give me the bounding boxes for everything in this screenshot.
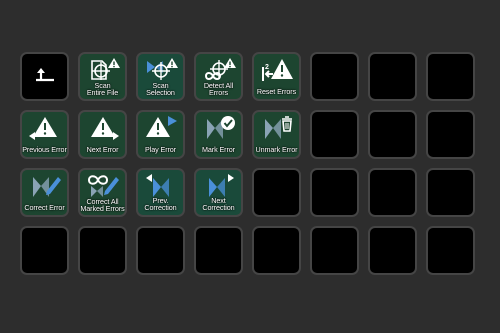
empty-key[interactable] [252,226,301,275]
scan-selection-key[interactable]: Scan Selection [136,52,185,101]
reset-errors-key[interactable]: 2 Reset Errors [252,52,301,101]
key-label: Prev. Correction [144,195,177,213]
mark-error-icon [201,115,237,141]
key-label: Correct Error [24,203,65,213]
empty-key[interactable] [20,226,69,275]
unmark-error-icon [259,115,295,141]
empty-key[interactable] [252,168,301,217]
key-label: Scan Selection [146,80,175,98]
key-label: Reset Errors [256,87,297,97]
previous-error-icon [27,115,63,141]
reset-errors-icon: 2 [259,57,295,83]
key-label: Mark Error [202,145,235,155]
scan-file-icon [85,57,121,83]
detect-all-errors-key[interactable]: Detect All Errors [194,52,243,101]
svg-text:2: 2 [265,64,269,71]
key-label: Unmark Error [255,145,298,155]
empty-key[interactable] [368,52,417,101]
empty-key[interactable] [194,226,243,275]
detect-all-icon [201,57,237,83]
unmark-error-key[interactable]: Unmark Error [252,110,301,159]
empty-key[interactable] [310,168,359,217]
key-label: Next Error [86,145,119,155]
stream-deck-panel: Scan Entire File Scan Selection Detect A… [0,0,500,333]
empty-key[interactable] [426,52,475,101]
correct-all-icon [85,173,121,199]
key-label: Scan Entire File [86,80,119,98]
key-label: Correct All Marked Errors [80,196,125,214]
empty-key[interactable] [310,110,359,159]
empty-key[interactable] [368,168,417,217]
previous-error-key[interactable]: Previous Error [20,110,69,159]
play-error-key[interactable]: Play Error [136,110,185,159]
empty-key[interactable] [310,52,359,101]
empty-key[interactable] [78,226,127,275]
scan-selection-icon [143,57,179,83]
key-label: Detect All Errors [203,80,234,98]
next-error-icon [85,115,121,141]
key-label: Next Correction [202,195,235,213]
mark-error-key[interactable]: Mark Error [194,110,243,159]
empty-key[interactable] [426,168,475,217]
key-grid: Scan Entire File Scan Selection Detect A… [20,52,475,275]
scan-entire-file-key[interactable]: Scan Entire File [78,52,127,101]
empty-key[interactable] [368,110,417,159]
key-label: Play Error [145,145,176,155]
next-correction-key[interactable]: Next Correction [194,168,243,217]
back-arrow-icon [33,66,57,82]
empty-key[interactable] [368,226,417,275]
correct-error-key[interactable]: Correct Error [20,168,69,217]
prev-correction-key[interactable]: Prev. Correction [136,168,185,217]
correct-all-marked-errors-key[interactable]: Correct All Marked Errors [78,168,127,217]
next-error-key[interactable]: Next Error [78,110,127,159]
back-key[interactable] [20,52,69,101]
empty-key[interactable] [310,226,359,275]
empty-key[interactable] [136,226,185,275]
empty-key[interactable] [426,110,475,159]
play-error-icon [143,115,179,141]
key-label: Previous Error [22,145,67,155]
correct-error-icon [27,173,63,199]
empty-key[interactable] [426,226,475,275]
